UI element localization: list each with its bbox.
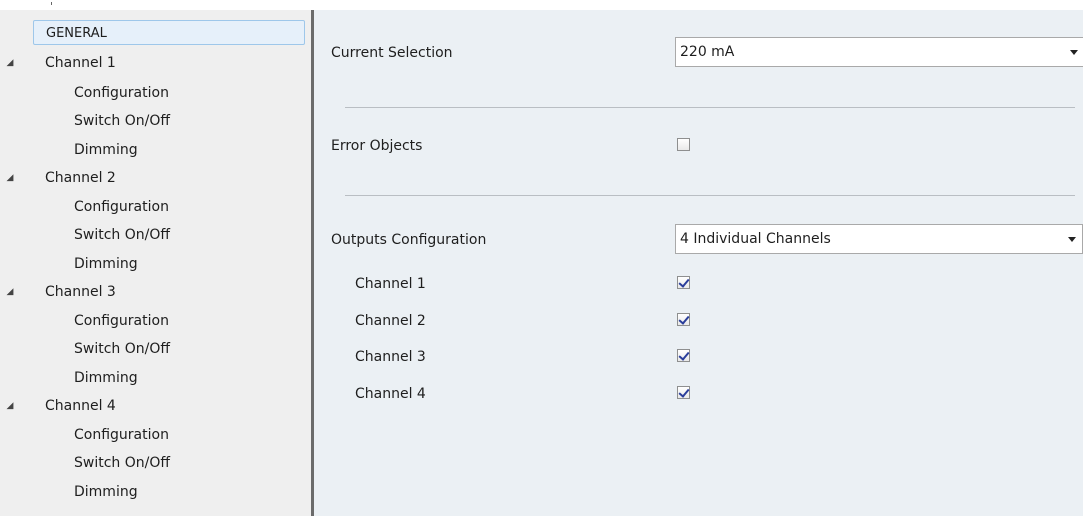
outputs-configuration-dropdown[interactable]: 4 Individual Channels	[675, 224, 1083, 254]
tree-item-channel-2[interactable]: ◢ Channel 2	[0, 165, 311, 191]
channel-3-label: Channel 3	[355, 349, 426, 365]
dropdown-value: 4 Individual Channels	[680, 231, 831, 247]
channel-1-label: Channel 1	[355, 276, 426, 292]
tree-item-channel-2-dimming[interactable]: Dimming	[0, 251, 311, 277]
sidebar-tree: GENERAL ◢ Channel 1 Configuration Switch…	[0, 10, 311, 516]
tree-item-label: Switch On/Off	[74, 341, 171, 357]
tree-item-label: Dimming	[74, 370, 138, 386]
collapse-triangle-icon[interactable]: ◢	[4, 400, 16, 412]
tree-item-label: Configuration	[74, 85, 169, 101]
settings-panel: Current Selection 220 mA Error Objects O…	[314, 10, 1083, 516]
tree-item-channel-4[interactable]: ◢ Channel 4	[0, 393, 311, 419]
channel-4-checkbox[interactable]	[677, 386, 690, 399]
tree-item-general[interactable]: GENERAL	[0, 21, 311, 47]
tree-item-channel-4-configuration[interactable]: Configuration	[0, 422, 311, 448]
tree-item-label: Configuration	[74, 427, 169, 443]
tree-item-label: Switch On/Off	[74, 227, 171, 243]
channel-1-checkbox[interactable]	[677, 276, 690, 289]
dropdown-value: 220 mA	[680, 44, 735, 60]
channel-3-checkbox[interactable]	[677, 349, 690, 362]
tree-item-channel-2-configuration[interactable]: Configuration	[0, 194, 311, 220]
top-tick-mark	[51, 2, 52, 5]
chevron-down-icon	[1068, 237, 1076, 242]
current-selection-label: Current Selection	[331, 45, 453, 61]
tree-item-label: Channel 4	[45, 398, 116, 414]
error-objects-checkbox[interactable]	[677, 138, 690, 151]
tree-item-label: GENERAL	[46, 26, 107, 41]
tree-item-channel-4-switch[interactable]: Switch On/Off	[0, 450, 311, 476]
tree-item-channel-3-switch[interactable]: Switch On/Off	[0, 336, 311, 362]
tree-item-label: Channel 2	[45, 170, 116, 186]
tree-item-label: Switch On/Off	[74, 113, 171, 129]
channel-4-label: Channel 4	[355, 386, 426, 402]
tree-item-label: Configuration	[74, 313, 169, 329]
tree-item-channel-1-dimming[interactable]: Dimming	[0, 137, 311, 163]
tree-item-label: Dimming	[74, 142, 138, 158]
outputs-configuration-label: Outputs Configuration	[331, 232, 487, 248]
top-strip	[0, 0, 1083, 10]
tree-item-channel-2-switch[interactable]: Switch On/Off	[0, 222, 311, 248]
tree-item-channel-3[interactable]: ◢ Channel 3	[0, 279, 311, 305]
tree-item-channel-3-configuration[interactable]: Configuration	[0, 308, 311, 334]
tree-item-label: Dimming	[74, 256, 138, 272]
tree-item-label: Configuration	[74, 199, 169, 215]
separator	[345, 107, 1075, 108]
chevron-down-icon	[1070, 50, 1078, 55]
tree-item-channel-4-dimming[interactable]: Dimming	[0, 479, 311, 505]
channel-2-label: Channel 2	[355, 313, 426, 329]
tree-item-label: Channel 1	[45, 55, 116, 71]
current-selection-dropdown[interactable]: 220 mA	[675, 37, 1083, 67]
separator	[345, 195, 1075, 196]
error-objects-label: Error Objects	[331, 138, 423, 154]
tree-item-channel-1[interactable]: ◢ Channel 1	[0, 50, 311, 76]
tree-item-label: Switch On/Off	[74, 455, 171, 471]
tree-item-channel-1-configuration[interactable]: Configuration	[0, 80, 311, 106]
tree-item-label: Channel 3	[45, 284, 116, 300]
collapse-triangle-icon[interactable]: ◢	[4, 57, 16, 69]
tree-item-channel-3-dimming[interactable]: Dimming	[0, 365, 311, 391]
channel-2-checkbox[interactable]	[677, 313, 690, 326]
tree-item-label: Dimming	[74, 484, 138, 500]
collapse-triangle-icon[interactable]: ◢	[4, 172, 16, 184]
collapse-triangle-icon[interactable]: ◢	[4, 286, 16, 298]
tree-item-channel-1-switch[interactable]: Switch On/Off	[0, 108, 311, 134]
